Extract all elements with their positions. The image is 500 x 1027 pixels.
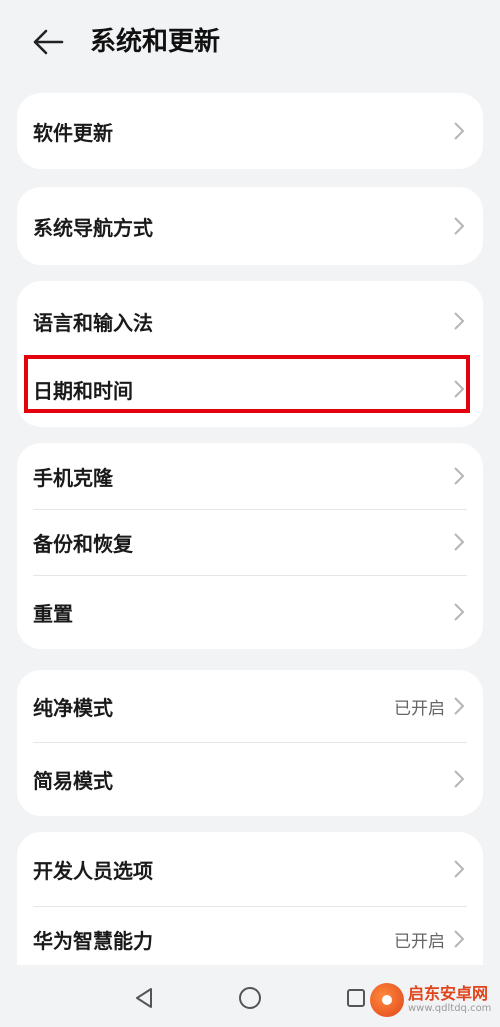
chevron-right-icon bbox=[453, 120, 467, 142]
chevron-right-icon bbox=[453, 601, 467, 623]
list-item-huawei-smart-ability[interactable]: 华为智慧能力 已开启 bbox=[17, 906, 483, 965]
card-developer: 开发人员选项 华为智慧能力 已开启 bbox=[17, 832, 483, 965]
list-item-language-input[interactable]: 语言和输入法 bbox=[17, 281, 483, 361]
status-value: 已开启 bbox=[394, 698, 445, 719]
watermark-logo bbox=[370, 983, 404, 1017]
divider bbox=[33, 742, 467, 743]
chevron-right-icon bbox=[453, 215, 467, 237]
chevron-right-icon bbox=[453, 695, 467, 717]
watermark-url: www.qdltdq.com bbox=[408, 1003, 492, 1014]
list-item-system-navigation[interactable]: 系统导航方式 bbox=[17, 187, 483, 265]
list-item-label: 语言和输入法 bbox=[33, 310, 153, 335]
list-item-developer-options[interactable]: 开发人员选项 bbox=[17, 832, 483, 906]
divider bbox=[33, 575, 467, 576]
chevron-right-icon bbox=[453, 768, 467, 790]
divider bbox=[33, 906, 467, 907]
circle-home-icon bbox=[239, 987, 261, 1009]
card-modes: 纯净模式 已开启 简易模式 bbox=[17, 670, 483, 816]
list-item-phone-clone[interactable]: 手机克隆 bbox=[17, 443, 483, 509]
chevron-right-icon bbox=[453, 310, 467, 332]
chevron-right-icon bbox=[453, 858, 467, 880]
list-item-label: 系统导航方式 bbox=[33, 215, 153, 240]
status-value: 已开启 bbox=[394, 931, 445, 952]
list-item-simple-mode[interactable]: 简易模式 bbox=[17, 742, 483, 816]
list-item-label: 日期和时间 bbox=[33, 378, 133, 403]
triangle-back-icon bbox=[136, 988, 152, 1008]
watermark: 启东安卓网 www.qdltdq.com bbox=[370, 975, 498, 1025]
list-item-software-update[interactable]: 软件更新 bbox=[17, 93, 483, 169]
arrow-left-icon bbox=[33, 29, 64, 55]
card-language-date: 语言和输入法 日期和时间 bbox=[17, 281, 483, 427]
list-item-date-time[interactable]: 日期和时间 bbox=[17, 361, 483, 417]
divider bbox=[33, 509, 467, 510]
list-item-label: 开发人员选项 bbox=[33, 858, 153, 883]
watermark-name: 启东安卓网 bbox=[408, 984, 489, 1003]
list-item-backup-restore[interactable]: 备份和恢复 bbox=[17, 509, 483, 575]
chevron-right-icon bbox=[453, 378, 467, 400]
back-button[interactable] bbox=[24, 22, 72, 62]
card-software-update: 软件更新 bbox=[17, 93, 483, 169]
list-item-reset[interactable]: 重置 bbox=[17, 575, 483, 649]
nav-recents-button[interactable] bbox=[338, 984, 374, 1012]
list-item-label: 重置 bbox=[33, 601, 73, 626]
chevron-right-icon bbox=[453, 465, 467, 487]
list-item-label: 华为智慧能力 bbox=[33, 928, 153, 953]
list-item-label: 简易模式 bbox=[33, 768, 113, 793]
page-title: 系统和更新 bbox=[90, 27, 221, 57]
list-item-pure-mode[interactable]: 纯净模式 已开启 bbox=[17, 670, 483, 742]
list-item-label: 手机克隆 bbox=[33, 465, 113, 490]
chevron-right-icon bbox=[453, 928, 467, 950]
chevron-right-icon bbox=[453, 531, 467, 553]
title-bar: 系统和更新 bbox=[0, 0, 500, 88]
card-backup-reset: 手机克隆 备份和恢复 重置 bbox=[17, 443, 483, 649]
list-item-label: 软件更新 bbox=[33, 120, 113, 145]
nav-back-button[interactable] bbox=[126, 984, 162, 1012]
nav-home-button[interactable] bbox=[232, 984, 268, 1012]
list-item-label: 备份和恢复 bbox=[33, 531, 133, 556]
card-navigation: 系统导航方式 bbox=[17, 187, 483, 265]
list-item-label: 纯净模式 bbox=[33, 695, 113, 720]
square-recents-icon bbox=[347, 989, 365, 1007]
